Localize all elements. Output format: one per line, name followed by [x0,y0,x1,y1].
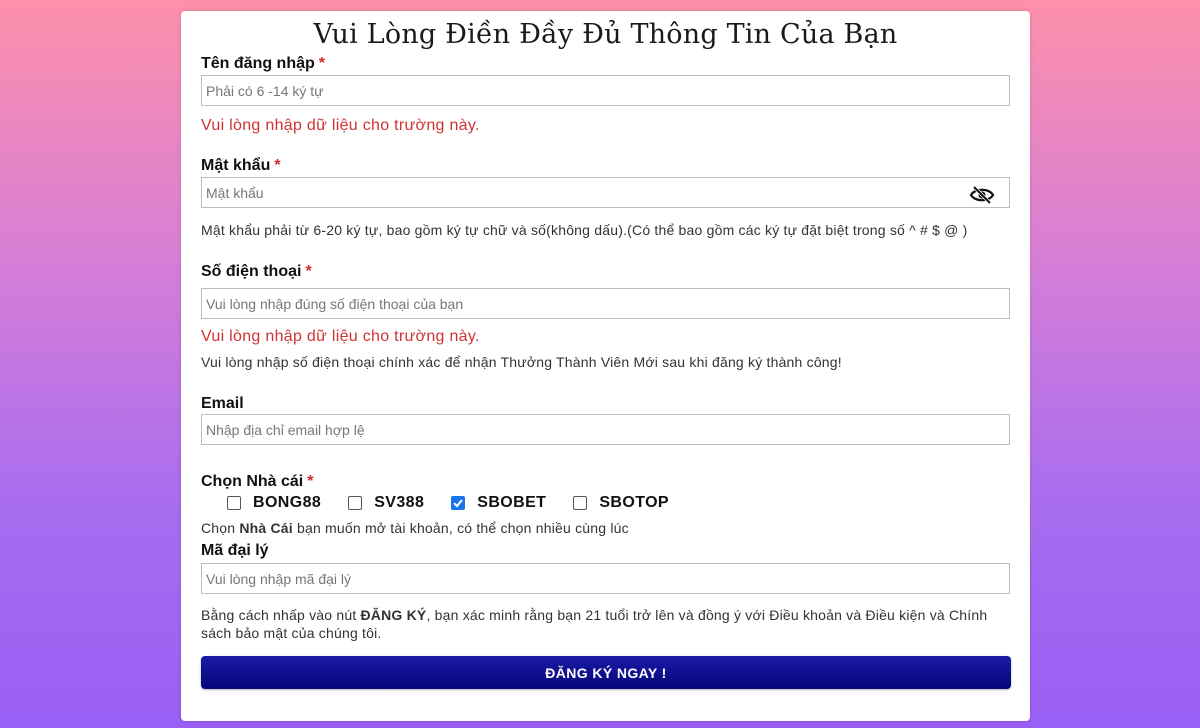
password-label: Mật khẩu * [201,157,281,175]
bookmaker-options: BONG88 SV388 SBOBET SBOTOP [227,491,696,515]
bookmaker-option-label: SBOBET [477,494,547,511]
phone-label-text: Số điện thoại [201,263,302,280]
checkmark-icon [453,499,464,508]
phone-label: Số điện thoại * [201,263,312,281]
username-label-text: Tên đăng nhập [201,55,315,72]
eye-slash-icon [969,186,995,204]
bookmaker-option-bong88[interactable]: BONG88 [227,494,321,512]
bookmaker-help-suffix: bạn muốn mở tài khoản, có thể chọn nhiều… [292,520,629,536]
username-input[interactable] [201,75,1010,106]
bookmaker-label-text: Chọn Nhà cái [201,473,304,490]
password-input[interactable] [201,177,1010,208]
terms-text: Bằng cách nhấp vào nút ĐĂNG KÝ, bạn xác … [201,606,1001,642]
password-visibility-toggle[interactable] [968,184,996,206]
bookmaker-option-label: SV388 [374,494,425,511]
bookmaker-option-sbotop[interactable]: SBOTOP [573,494,669,512]
phone-help: Vui lòng nhập số điện thoại chính xác để… [201,354,842,370]
terms-bold: ĐĂNG KÝ [360,607,427,623]
checkbox[interactable] [573,496,588,510]
email-label-text: Email [201,395,244,412]
bookmaker-option-label: SBOTOP [599,494,670,511]
checkbox[interactable] [348,496,363,510]
form-title: Vui Lòng Điền Đầy Đủ Thông Tin Của Bạn [313,19,898,50]
bookmaker-option-sbobet[interactable]: SBOBET [451,494,546,512]
terms-prefix: Bằng cách nhấp vào nút [201,607,361,623]
email-label: Email [201,395,244,413]
agent-code-label: Mã đại lý [201,542,269,560]
phone-error: Vui lòng nhập dữ liệu cho trường này. [201,328,480,345]
username-label: Tên đăng nhập * [201,55,325,73]
required-mark: * [307,473,314,490]
agent-code-label-text: Mã đại lý [201,542,269,559]
bookmaker-label: Chọn Nhà cái * [201,473,313,491]
checkbox[interactable] [227,496,241,510]
username-error: Vui lòng nhập dữ liệu cho trường này. [201,117,480,134]
bookmaker-help-prefix: Chọn [201,520,240,536]
bookmaker-option-label: BONG88 [253,494,322,511]
required-mark: * [274,157,281,174]
register-now-button[interactable]: ĐĂNG KÝ NGAY ! [201,656,1011,689]
bookmaker-help-bold: Nhà Cái [239,520,293,536]
password-label-text: Mật khẩu [201,157,271,174]
agent-code-input[interactable] [201,563,1010,594]
required-mark: * [318,55,326,72]
required-mark: * [305,263,312,280]
registration-card: Vui Lòng Điền Đầy Đủ Thông Tin Của Bạn T… [181,11,1030,721]
bookmaker-help: Chọn Nhà Cái bạn muốn mở tài khoản, có t… [201,519,1001,537]
bookmaker-option-sv388[interactable]: SV388 [348,494,424,512]
password-help: Mật khẩu phải từ 6-20 ký tự, bao gồm ký … [201,222,968,238]
email-input[interactable] [201,414,1010,445]
checkbox-checked[interactable] [451,496,466,510]
phone-input[interactable] [201,288,1010,319]
